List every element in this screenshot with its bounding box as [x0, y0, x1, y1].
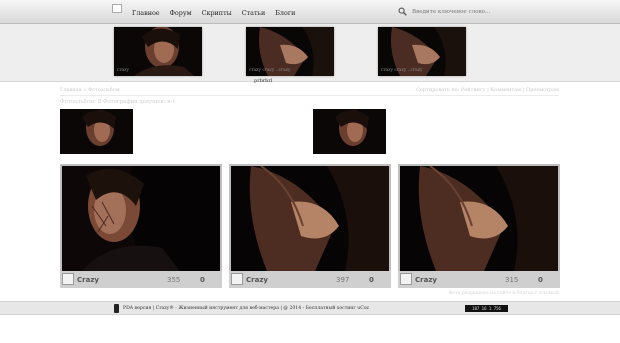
nav-item-forum[interactable]: Форум	[170, 9, 192, 17]
featured-photo-3[interactable]: crazy crazy ..crazy	[378, 27, 466, 76]
featured-caption: crazy	[117, 68, 129, 73]
featured-photos-strip: crazy crazy crazy ..crazy crazy crazy ..…	[0, 24, 620, 84]
view-count: 315	[505, 276, 519, 284]
nav-item-scripts[interactable]: Скрипты	[202, 9, 232, 17]
author-name[interactable]: Crazy	[77, 276, 99, 284]
album-thumbnail-2[interactable]	[313, 109, 386, 154]
photo-image[interactable]	[62, 166, 220, 271]
footer-text: PDA версия | Crazy® - Жизненный инструме…	[123, 306, 369, 311]
view-count: 397	[336, 276, 350, 284]
featured-caption: crazy crazy ..crazy	[381, 68, 423, 73]
nav-item-blogs[interactable]: Блоги	[275, 9, 295, 17]
top-navigation-bar: Главное Форум Скрипты Статьи Блоги	[0, 0, 620, 24]
album-thumbnail-1[interactable]	[60, 109, 133, 154]
user-avatar[interactable]	[400, 273, 412, 285]
footer: PDA версия | Crazy® - Жизненный инструме…	[0, 301, 620, 315]
visitor-counter[interactable]: 107 16 1 756	[465, 305, 508, 312]
photo-card-footer: Crazy 355 0	[60, 271, 222, 288]
sort-options[interactable]: Сортировать по: Рейтингу | Комментам | П…	[416, 87, 559, 93]
user-avatar[interactable]	[62, 273, 74, 285]
album-heading: Фотоальбом: 8 Фотографии девушек: в-1	[60, 99, 176, 105]
author-name[interactable]: Crazy	[415, 276, 437, 284]
mobile-phone-icon[interactable]	[114, 304, 119, 313]
featured-photo-1[interactable]: crazy	[114, 27, 202, 76]
user-avatar[interactable]	[231, 273, 243, 285]
divider	[60, 95, 559, 96]
featured-photo-2[interactable]: crazy crazy ..crazy	[246, 27, 334, 76]
photo-card[interactable]: Crazy 397 0	[229, 164, 391, 288]
comment-count[interactable]: 0	[200, 276, 205, 284]
site-logo-image[interactable]	[112, 4, 122, 13]
main-menu: Главное Форум Скрипты Статьи Блоги	[132, 9, 305, 17]
comment-count[interactable]: 0	[538, 276, 543, 284]
featured-title: prbrbrl	[254, 78, 273, 84]
copyright-note: Фото разрешено на сайте и блогах с ссылк…	[448, 291, 559, 296]
photo-image[interactable]	[231, 166, 389, 271]
featured-caption: crazy crazy ..crazy	[249, 68, 291, 73]
photo-card-footer: Crazy 397 0	[229, 271, 391, 288]
photo-card[interactable]: Crazy 355 0	[60, 164, 222, 288]
comment-count[interactable]: 0	[369, 276, 374, 284]
nav-item-home[interactable]: Главное	[132, 9, 160, 17]
search-input[interactable]	[412, 6, 507, 17]
breadcrumb[interactable]: Главная » Фотоальбом	[60, 87, 120, 93]
search-icon[interactable]	[398, 7, 407, 16]
photo-card-footer: Crazy 315 0	[398, 271, 560, 288]
view-count: 355	[167, 276, 181, 284]
photo-card[interactable]: Crazy 315 0	[398, 164, 560, 288]
author-name[interactable]: Crazy	[246, 276, 268, 284]
nav-item-articles[interactable]: Статьи	[242, 9, 266, 17]
photo-image[interactable]	[400, 166, 558, 271]
